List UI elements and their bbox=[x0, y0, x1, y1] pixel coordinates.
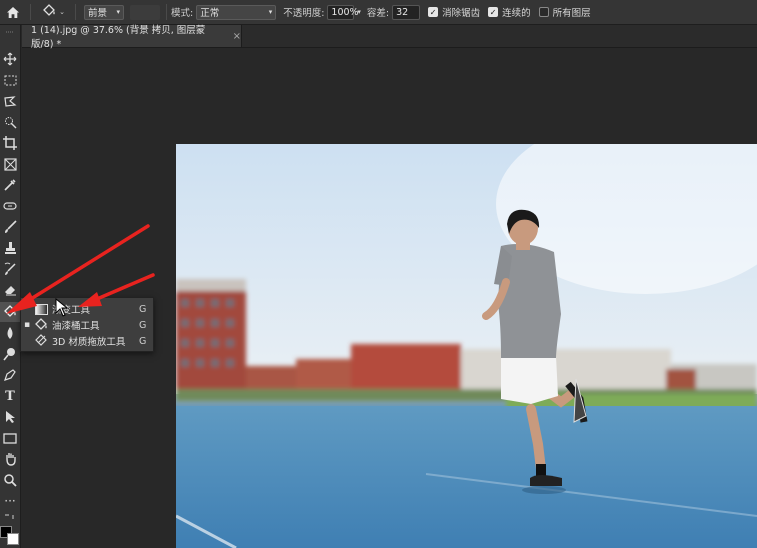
quick-selection-tool-icon[interactable] bbox=[0, 112, 20, 132]
pattern-picker[interactable] bbox=[130, 4, 160, 20]
hand-tool-icon[interactable] bbox=[0, 449, 20, 469]
check-icon: ✓ bbox=[488, 7, 499, 17]
gradient-tool-menu-item[interactable]: 渐变工具 G bbox=[21, 301, 153, 317]
mode-label: 模式: bbox=[171, 8, 194, 19]
opacity-value: 100% bbox=[331, 6, 359, 18]
paint-bucket-icon bbox=[33, 318, 49, 332]
document-tab[interactable]: 1 (14).jpg @ 37.6% (背景 拷贝, 图层蒙版/8) * × bbox=[22, 25, 242, 50]
tolerance-field[interactable]: 32 bbox=[392, 4, 421, 20]
mode-select[interactable]: 正常 ▾ bbox=[196, 4, 277, 20]
anti-alias-label: 消除锯齿 bbox=[442, 8, 481, 19]
home-icon[interactable] bbox=[0, 0, 26, 24]
marquee-tool-icon[interactable] bbox=[0, 70, 20, 90]
eyedropper-tool-icon[interactable] bbox=[0, 175, 20, 195]
fill-source-value: 前景 bbox=[88, 8, 108, 19]
menu-item-label: 油漆桶工具 bbox=[52, 321, 100, 332]
panel-grip-icon[interactable] bbox=[0, 25, 20, 39]
tolerance-label: 容差: bbox=[366, 8, 390, 19]
tools-panel: T ··· bbox=[0, 25, 21, 548]
opacity-field[interactable]: 100% bbox=[327, 4, 359, 20]
selected-indicator: ▪ bbox=[23, 320, 31, 330]
document-tab-bar: 1 (14).jpg @ 37.6% (背景 拷贝, 图层蒙版/8) * × bbox=[22, 25, 757, 50]
menu-item-label: 渐变工具 bbox=[52, 305, 91, 316]
tolerance-value: 32 bbox=[396, 6, 409, 18]
rectangle-tool-icon[interactable] bbox=[0, 428, 20, 448]
path-selection-tool-icon[interactable] bbox=[0, 407, 20, 427]
more-tools-icon[interactable]: ··· bbox=[0, 491, 20, 511]
3d-material-drop-tool-menu-item[interactable]: 3D 材质拖放工具 G bbox=[21, 333, 153, 349]
contiguous-label: 连续的 bbox=[502, 8, 531, 19]
shortcut-label: G bbox=[139, 319, 147, 331]
tool-flyout-menu: 渐变工具 G ▪ 油漆桶工具 G 3D 材质拖放工具 G bbox=[20, 297, 154, 352]
gradient-icon bbox=[33, 302, 49, 316]
crop-tool-icon[interactable] bbox=[0, 133, 20, 153]
chevron-down-icon: ▾ bbox=[116, 8, 120, 16]
anti-alias-checkbox[interactable]: ✓ 消除锯齿 bbox=[428, 5, 480, 19]
3d-material-drop-icon bbox=[33, 334, 49, 348]
fill-source-select[interactable]: 前景 ▾ bbox=[84, 4, 124, 20]
divider bbox=[75, 4, 76, 20]
move-tool-icon[interactable] bbox=[0, 49, 20, 69]
chevron-down-icon[interactable]: ▾ bbox=[357, 8, 361, 16]
background-color-swatch[interactable] bbox=[7, 533, 19, 545]
close-icon[interactable]: × bbox=[233, 31, 241, 42]
document-tab-title: 1 (14).jpg @ 37.6% (背景 拷贝, 图层蒙版/8) * bbox=[31, 25, 206, 50]
tool-preset-picker[interactable]: ⌄ bbox=[35, 3, 71, 21]
divider bbox=[166, 4, 167, 20]
blur-tool-icon[interactable] bbox=[0, 323, 20, 343]
check-icon: ✓ bbox=[428, 7, 439, 17]
chevron-down-icon: ⌄ bbox=[59, 8, 65, 16]
dodge-tool-icon[interactable] bbox=[0, 344, 20, 364]
menu-item-label: 3D 材质拖放工具 bbox=[52, 337, 126, 348]
eraser-tool-icon[interactable] bbox=[0, 280, 20, 300]
shortcut-label: G bbox=[139, 335, 147, 347]
history-brush-tool-icon[interactable] bbox=[0, 259, 20, 279]
opacity-label: 不透明度: bbox=[283, 8, 325, 19]
paint-bucket-icon bbox=[41, 3, 57, 21]
shortcut-label: G bbox=[139, 303, 147, 315]
photo-runner bbox=[176, 144, 757, 548]
brush-tool-icon[interactable] bbox=[0, 217, 20, 237]
swap-colors-icon[interactable] bbox=[0, 510, 20, 524]
chevron-down-icon: ▾ bbox=[268, 8, 273, 16]
contiguous-checkbox[interactable]: ✓ 连续的 bbox=[488, 5, 531, 19]
lasso-tool-icon[interactable] bbox=[0, 91, 20, 111]
zoom-tool-icon[interactable] bbox=[0, 470, 20, 490]
paint-bucket-tool-menu-item[interactable]: ▪ 油漆桶工具 G bbox=[21, 317, 153, 333]
clone-stamp-tool-icon[interactable] bbox=[0, 238, 20, 258]
divider bbox=[30, 4, 31, 20]
mode-value: 正常 bbox=[200, 8, 220, 19]
checkbox-empty-icon bbox=[538, 7, 549, 17]
all-layers-label: 所有图层 bbox=[552, 8, 591, 19]
all-layers-checkbox[interactable]: 所有图层 bbox=[538, 5, 591, 19]
healing-brush-tool-icon[interactable] bbox=[0, 196, 20, 216]
type-tool-icon[interactable]: T bbox=[0, 386, 20, 406]
pen-tool-icon[interactable] bbox=[0, 365, 20, 385]
document-canvas[interactable] bbox=[176, 144, 757, 548]
paint-bucket-tool-icon[interactable] bbox=[0, 302, 20, 322]
frame-tool-icon[interactable] bbox=[0, 154, 20, 174]
